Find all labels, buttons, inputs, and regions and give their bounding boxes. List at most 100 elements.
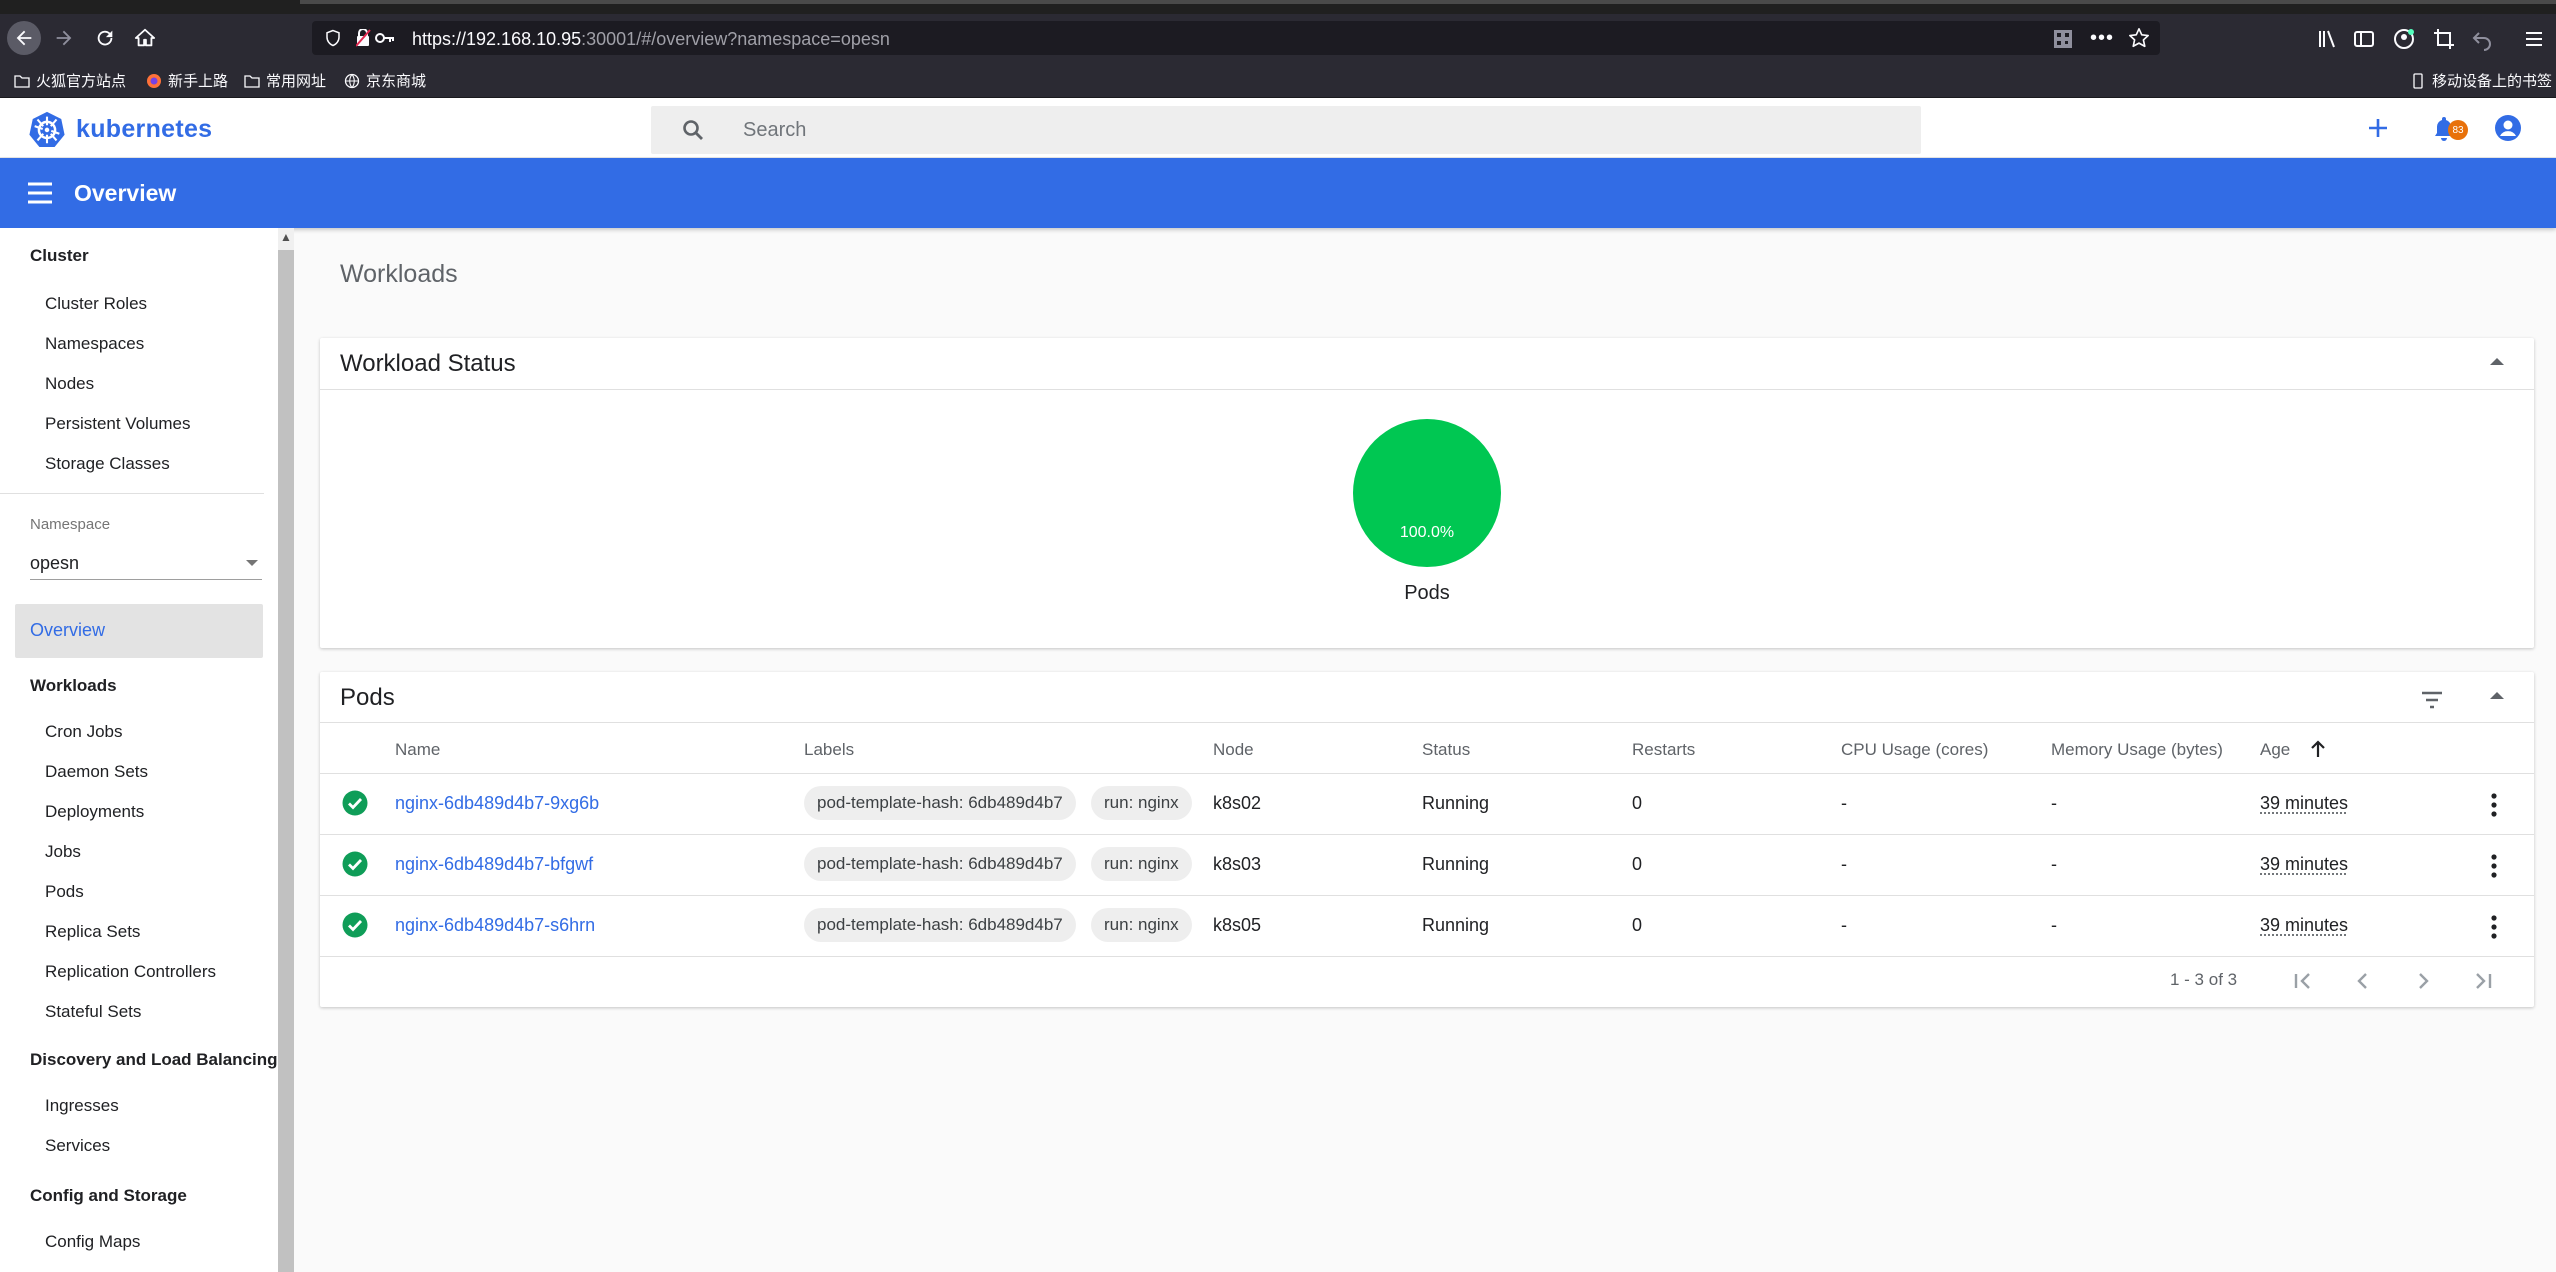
sidebar-section-config[interactable]: Config and Storage xyxy=(30,1186,187,1206)
bookmark-jd-mall[interactable]: 京东商城 xyxy=(344,70,426,91)
pie-slice-running xyxy=(1353,419,1501,567)
table-row: nginx-6db489d4b7-bfgwf pod-template-hash… xyxy=(320,834,2534,895)
column-header-cpu: CPU Usage (cores) xyxy=(1841,740,1989,759)
shield-icon[interactable] xyxy=(324,29,342,47)
previous-page-icon[interactable] xyxy=(2350,968,2376,994)
bookmark-common-sites[interactable]: 常用网址 xyxy=(244,70,326,91)
sidebar-item-cluster-roles[interactable]: Cluster Roles xyxy=(45,294,147,314)
home-icon[interactable] xyxy=(128,21,162,55)
create-plus-icon[interactable] xyxy=(2362,112,2394,144)
account-icon[interactable] xyxy=(2492,112,2524,144)
insecure-lock-icon[interactable] xyxy=(356,29,396,47)
label-chip: run: nginx xyxy=(1091,847,1192,881)
sidebar-item-config-maps[interactable]: Config Maps xyxy=(45,1232,140,1252)
sidebar-section-cluster[interactable]: Cluster xyxy=(30,246,89,266)
pie-caption: Pods xyxy=(1404,582,1450,604)
column-header-node[interactable]: Node xyxy=(1213,740,1254,760)
pod-status: Running xyxy=(1422,854,1490,874)
sidebar-item-pods[interactable]: Pods xyxy=(45,882,84,902)
screenshot-crop-icon[interactable] xyxy=(2432,27,2456,51)
more-actions-icon[interactable] xyxy=(2484,853,2504,879)
label-chip: run: nginx xyxy=(1091,786,1192,820)
forward-icon[interactable] xyxy=(47,21,81,55)
table-bottom-divider xyxy=(320,956,2534,957)
sidebar-item-nodes[interactable]: Nodes xyxy=(45,374,94,394)
sidebar-item-persistent-volumes[interactable]: Persistent Volumes xyxy=(45,414,191,434)
column-header-name[interactable]: Name xyxy=(395,740,440,760)
sidebar-divider xyxy=(0,493,264,494)
bookmark-mobile[interactable]: 移动设备上的书签 xyxy=(2410,70,2552,91)
sidebar-section-workloads[interactable]: Workloads xyxy=(30,676,117,696)
sidebar-item-stateful-sets[interactable]: Stateful Sets xyxy=(45,1002,141,1022)
sidebar-item-replication-controllers[interactable]: Replication Controllers xyxy=(45,962,216,982)
more-actions-icon[interactable] xyxy=(2484,792,2504,818)
sidebar-toggle-icon[interactable] xyxy=(2352,27,2376,51)
sidebar-item-cron-jobs[interactable]: Cron Jobs xyxy=(45,722,122,742)
pod-memory: - xyxy=(2051,915,2057,935)
sidebar-item-deployments[interactable]: Deployments xyxy=(45,802,144,822)
browser-nav-bar: https://192.168.10.95:30001/#/overview?n… xyxy=(0,14,2556,62)
sidebar-item-overview[interactable]: Overview xyxy=(15,604,263,658)
pod-node: k8s02 xyxy=(1213,793,1262,813)
page-toolbar: Overview xyxy=(0,158,2556,228)
pod-age: 39 minutes xyxy=(2260,915,2349,935)
sidebar-item-daemon-sets[interactable]: Daemon Sets xyxy=(45,762,148,782)
account-sync-icon[interactable] xyxy=(2392,27,2416,51)
pod-node: k8s05 xyxy=(1213,915,1262,935)
back-icon[interactable] xyxy=(7,21,41,55)
sort-ascending-icon[interactable] xyxy=(2310,740,2326,758)
search-box[interactable] xyxy=(651,106,1921,154)
namespace-select[interactable]: opesn xyxy=(30,548,262,580)
page-title: Overview xyxy=(74,180,177,206)
bookmark-firefox-official[interactable]: 火狐官方站点 xyxy=(14,70,126,91)
sidebar-item-storage-classes[interactable]: Storage Classes xyxy=(45,454,170,474)
sidebar: Cluster Cluster Roles Namespaces Nodes P… xyxy=(0,228,278,1272)
reload-icon[interactable] xyxy=(88,21,122,55)
url-bar[interactable]: https://192.168.10.95:30001/#/overview?n… xyxy=(312,21,2160,55)
more-actions-icon[interactable] xyxy=(2484,914,2504,940)
sidebar-item-jobs[interactable]: Jobs xyxy=(45,842,81,862)
scroll-up-icon[interactable]: ▲ xyxy=(280,230,292,244)
firefox-icon xyxy=(147,73,161,88)
last-page-icon[interactable] xyxy=(2470,968,2496,994)
collapse-icon[interactable] xyxy=(2490,692,2504,699)
sidebar-scrollbar[interactable]: ▲ xyxy=(278,228,294,1272)
table-row: nginx-6db489d4b7-s6hrn pod-template-hash… xyxy=(320,895,2534,956)
namespace-value: opesn xyxy=(30,553,80,573)
collapse-icon[interactable] xyxy=(2490,358,2504,365)
bookmark-getting-started[interactable]: 新手上路 xyxy=(146,70,228,91)
column-header-age[interactable]: Age xyxy=(2260,740,2290,760)
url-text[interactable]: https://192.168.10.95:30001/#/overview?n… xyxy=(412,29,890,50)
sidebar-item-namespaces[interactable]: Namespaces xyxy=(45,334,144,354)
qr-code-icon[interactable] xyxy=(2054,30,2072,48)
nav-menu-icon[interactable] xyxy=(26,180,54,206)
sidebar-item-replica-sets[interactable]: Replica Sets xyxy=(45,922,140,942)
hamburger-menu-icon[interactable] xyxy=(2522,27,2546,51)
filter-icon[interactable] xyxy=(2420,690,2444,710)
pod-name-link[interactable]: nginx-6db489d4b7-s6hrn xyxy=(395,915,595,936)
page-actions-icon[interactable]: ••• xyxy=(2090,27,2114,50)
search-input[interactable] xyxy=(743,114,1843,146)
undo-icon[interactable] xyxy=(2470,27,2494,51)
next-page-icon[interactable] xyxy=(2410,968,2436,994)
globe-icon xyxy=(344,73,360,88)
bookmark-star-icon[interactable] xyxy=(2128,27,2150,49)
scrollbar-thumb[interactable] xyxy=(278,250,294,1272)
search-icon xyxy=(683,120,703,140)
kubernetes-logo[interactable]: kubernetes xyxy=(28,110,212,148)
library-icon[interactable] xyxy=(2316,27,2340,51)
pod-status: Running xyxy=(1422,793,1490,813)
column-header-restarts[interactable]: Restarts xyxy=(1632,740,1695,760)
pod-name-link[interactable]: nginx-6db489d4b7-9xg6b xyxy=(395,793,599,814)
column-header-status[interactable]: Status xyxy=(1422,740,1470,760)
pod-name-link[interactable]: nginx-6db489d4b7-bfgwf xyxy=(395,854,593,875)
sidebar-item-ingresses[interactable]: Ingresses xyxy=(45,1096,119,1116)
first-page-icon[interactable] xyxy=(2290,968,2316,994)
label-chip: pod-template-hash: 6db489d4b7 xyxy=(804,908,1076,942)
logo-text: kubernetes xyxy=(76,114,213,143)
sidebar-item-services[interactable]: Services xyxy=(45,1136,110,1156)
pod-age: 39 minutes xyxy=(2260,854,2349,874)
browser-tab-strip xyxy=(0,0,2556,14)
check-circle-icon xyxy=(342,912,368,938)
sidebar-section-discovery[interactable]: Discovery and Load Balancing xyxy=(30,1050,278,1070)
